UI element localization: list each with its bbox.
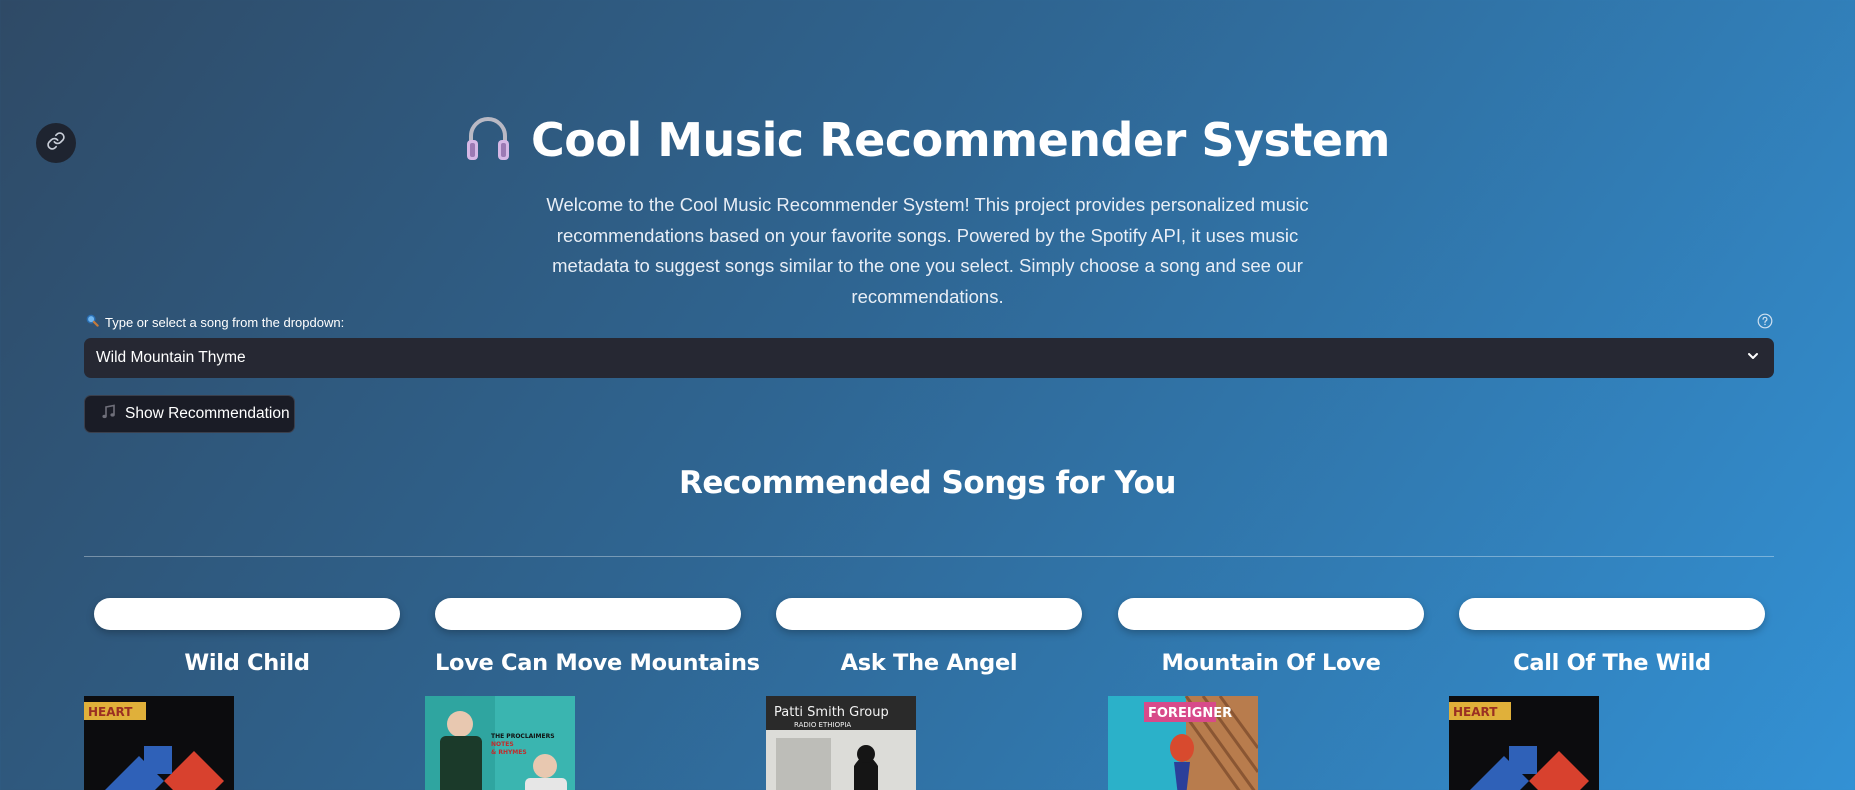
song-select-label-text: Type or select a song from the dropdown: [105,314,345,330]
song-title: Mountain Of Love [1161,650,1381,676]
headphones-icon [465,112,511,167]
song-title: Call Of The Wild [1513,650,1711,676]
song-pill[interactable] [94,598,400,630]
recommendations-heading: Recommended Songs for You [679,465,1176,501]
album-cover: HEART [1449,696,1599,790]
song-select-dropdown[interactable]: Wild Mountain Thyme [84,338,1774,378]
chevron-down-icon [1746,349,1760,368]
magnifier-icon [86,314,99,330]
song-select-label: Type or select a song from the dropdown: [86,314,344,330]
album-cover: HEART [84,696,234,790]
svg-text:& RHYMES: & RHYMES [491,749,527,756]
page-header: Cool Music Recommender System [0,112,1855,167]
album-cover: FOREIGNER [1108,696,1258,790]
song-card: Call Of The Wild [1459,598,1765,676]
song-title: Love Can Move Mountains [435,650,760,676]
song-card: Ask The Angel [776,598,1082,676]
album-cover: THE PROCLAIMERS NOTES & RHYMES [425,696,575,790]
svg-text:RADIO ETHIOPIA: RADIO ETHIOPIA [794,721,851,729]
svg-text:HEART: HEART [1453,705,1498,719]
album-cover: Patti Smith Group RADIO ETHIOPIA [766,696,916,790]
svg-text:Patti Smith Group: Patti Smith Group [774,705,889,720]
music-notes-icon [101,404,117,425]
question-circle-icon[interactable] [1757,313,1773,334]
intro-text: Welcome to the Cool Music Recommender Sy… [546,194,1309,307]
song-card: Love Can Move Mountains [435,598,760,676]
song-pill[interactable] [435,598,741,630]
section-divider [84,556,1774,557]
song-title: Ask The Angel [840,650,1018,676]
svg-text:HEART: HEART [88,705,133,719]
song-pill[interactable] [1459,598,1765,630]
song-select-value: Wild Mountain Thyme [96,349,246,366]
svg-text:FOREIGNER: FOREIGNER [1148,706,1232,721]
svg-text:NOTES: NOTES [491,741,514,748]
show-recommendation-button[interactable]: Show Recommendation [84,395,295,433]
show-recommendation-label: Show Recommendation [125,405,290,422]
song-pill[interactable] [776,598,1082,630]
song-pill[interactable] [1118,598,1424,630]
song-card: Wild Child [94,598,400,676]
page-title: Cool Music Recommender System [531,112,1390,167]
song-title: Wild Child [184,650,310,676]
svg-text:THE PROCLAIMERS: THE PROCLAIMERS [491,733,555,740]
song-card: Mountain Of Love [1118,598,1424,676]
